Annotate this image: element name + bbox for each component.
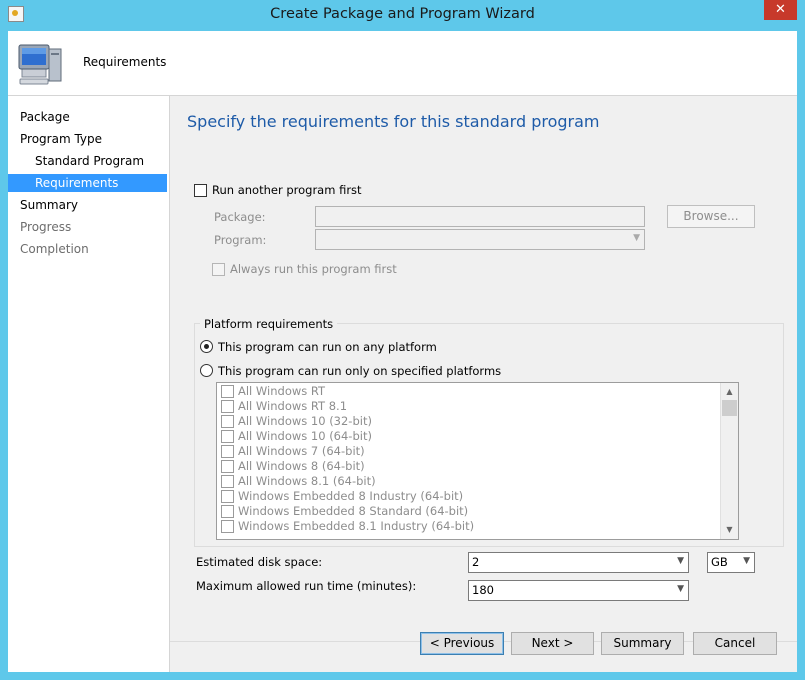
run-another-label[interactable]: Run another program first <box>212 183 362 197</box>
platform-list-scrollbar[interactable]: ▲ ▼ <box>720 383 738 539</box>
cancel-button[interactable]: Cancel <box>693 632 777 655</box>
chevron-down-icon: ▼ <box>677 556 684 566</box>
nav-item-summary[interactable]: Summary <box>8 196 167 214</box>
wizard-window: Create Package and Program Wizard ✕ Requ… <box>0 0 805 680</box>
nav-item-package[interactable]: Package <box>8 108 167 126</box>
title-bar[interactable]: Create Package and Program Wizard ✕ <box>0 0 805 31</box>
scroll-down-icon[interactable]: ▼ <box>722 522 737 537</box>
disk-unit-value: GB <box>711 555 728 569</box>
platform-label: All Windows RT <box>238 384 326 398</box>
nav-item-completion: Completion <box>20 242 89 256</box>
list-item[interactable]: Windows Embedded 8 Standard (64-bit) <box>217 504 717 519</box>
max-runtime-label: Maximum allowed run time (minutes): <box>196 579 417 593</box>
list-item[interactable]: All Windows RT 8.1 <box>217 399 717 414</box>
platform-checkbox[interactable] <box>221 505 234 518</box>
any-platform-radio[interactable] <box>200 340 213 353</box>
chevron-down-icon: ▼ <box>677 584 684 594</box>
disk-space-combo[interactable]: 2 ▼ <box>468 552 689 573</box>
run-another-checkbox[interactable] <box>194 184 207 197</box>
list-item[interactable]: All Windows 10 (32-bit) <box>217 414 717 429</box>
specified-platforms-radio[interactable] <box>200 364 213 377</box>
max-runtime-combo[interactable]: 180 ▼ <box>468 580 689 601</box>
platform-label: All Windows 8 (64-bit) <box>238 459 365 473</box>
platform-label: All Windows 8.1 (64-bit) <box>238 474 376 488</box>
platform-checkbox[interactable] <box>221 415 234 428</box>
list-item[interactable]: All Windows RT <box>217 384 717 399</box>
platform-label: Windows Embedded 8 Standard (64-bit) <box>238 504 469 518</box>
disk-unit-combo[interactable]: GB ▼ <box>707 552 755 573</box>
platform-label: All Windows RT 8.1 <box>238 399 348 413</box>
disk-space-label: Estimated disk space: <box>196 555 323 569</box>
scrollbar-thumb[interactable] <box>722 400 737 416</box>
always-run-checkbox[interactable] <box>212 263 225 276</box>
nav-item-requirements[interactable]: Requirements <box>8 174 167 192</box>
list-item[interactable]: All Windows 8.1 (64-bit) <box>217 474 717 489</box>
list-item[interactable]: All Windows 8 (64-bit) <box>217 459 717 474</box>
package-label: Package: <box>214 210 266 224</box>
platform-checkbox[interactable] <box>221 445 234 458</box>
wizard-header: Requirements <box>8 31 797 96</box>
list-item[interactable]: All Windows 10 (64-bit) <box>217 429 717 444</box>
platform-checkbox[interactable] <box>221 385 234 398</box>
summary-button[interactable]: Summary <box>601 632 684 655</box>
platform-label: Windows Embedded 8.1 Industry (64-bit) <box>238 519 475 533</box>
specified-platforms-label[interactable]: This program can run only on specified p… <box>218 364 501 378</box>
scroll-up-icon[interactable]: ▲ <box>722 384 737 399</box>
platform-label: All Windows 10 (32-bit) <box>238 414 372 428</box>
window-edge <box>797 31 805 680</box>
list-item[interactable]: Windows Embedded 8.1 Industry (64-bit) <box>217 519 717 534</box>
window-title: Create Package and Program Wizard <box>270 6 535 22</box>
program-combo[interactable]: ▼ <box>315 229 645 250</box>
nav-item-program-type[interactable]: Program Type <box>8 130 167 148</box>
page-title: Specify the requirements for this standa… <box>187 112 600 131</box>
disk-space-value: 2 <box>472 555 480 569</box>
wizard-nav: Package Program Type Standard Program Re… <box>8 96 170 672</box>
chevron-down-icon: ▼ <box>743 556 750 566</box>
platform-checkbox[interactable] <box>221 430 234 443</box>
header-title: Requirements <box>83 55 167 69</box>
close-button[interactable]: ✕ <box>764 0 797 20</box>
platform-checkbox[interactable] <box>221 400 234 413</box>
computer-icon <box>18 44 62 85</box>
nav-item-standard-program[interactable]: Standard Program <box>8 152 167 170</box>
platform-checkbox[interactable] <box>221 490 234 503</box>
previous-button[interactable]: < Previous <box>420 632 504 655</box>
platform-label: Windows Embedded 8 Industry (64-bit) <box>238 489 464 503</box>
package-field[interactable] <box>315 206 645 227</box>
program-label: Program: <box>214 233 267 247</box>
wizard-main: Specify the requirements for this standa… <box>170 96 797 672</box>
nav-item-progress: Progress <box>20 220 72 234</box>
list-item[interactable]: Windows Embedded 8 Industry (64-bit) <box>217 489 717 504</box>
platform-label: All Windows 10 (64-bit) <box>238 429 372 443</box>
wizard-client-area: Requirements Package Program Type Standa… <box>8 31 797 672</box>
platform-checkbox[interactable] <box>221 460 234 473</box>
next-button[interactable]: Next > <box>511 632 594 655</box>
list-item[interactable]: All Windows 7 (64-bit) <box>217 444 717 459</box>
platform-requirements-legend: Platform requirements <box>200 317 338 331</box>
platform-list[interactable]: All Windows RT All Windows RT 8.1 All Wi… <box>216 382 739 540</box>
platform-label: All Windows 7 (64-bit) <box>238 444 365 458</box>
max-runtime-value: 180 <box>472 583 494 597</box>
always-run-label[interactable]: Always run this program first <box>230 262 397 276</box>
any-platform-label[interactable]: This program can run on any platform <box>218 340 437 354</box>
chevron-down-icon: ▼ <box>633 233 640 243</box>
platform-checkbox[interactable] <box>221 475 234 488</box>
platform-checkbox[interactable] <box>221 520 234 533</box>
browse-button[interactable]: Browse... <box>667 205 755 228</box>
